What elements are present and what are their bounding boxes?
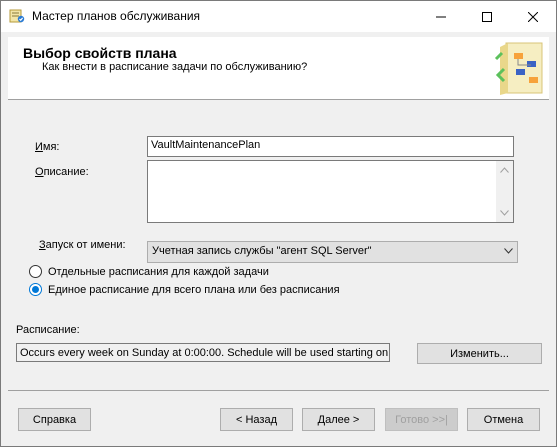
run-as-label: Запуск от имени: (39, 239, 126, 251)
maximize-icon (482, 11, 492, 22)
close-button[interactable] (510, 1, 556, 32)
radio-separate-circle[interactable] (29, 265, 42, 278)
minimize-icon (436, 16, 446, 17)
chevron-down-icon (504, 248, 513, 254)
cancel-button[interactable]: Отмена (467, 408, 540, 431)
back-button[interactable]: < Назад (220, 408, 293, 431)
title-bar: Мастер планов обслуживания (1, 1, 556, 32)
schedule-summary: Occurs every week on Sunday at 0:00:00. … (16, 343, 390, 362)
wizard-window: Мастер планов обслуживания Выбор свойств… (0, 0, 557, 447)
close-icon (528, 11, 538, 22)
page-subtitle: Как внести в расписание задачи по обслуж… (42, 61, 308, 73)
description-field[interactable] (147, 160, 514, 223)
maximize-button[interactable] (464, 1, 510, 32)
wizard-header: Выбор свойств плана Как внести в расписа… (8, 37, 549, 100)
page-title: Выбор свойств плана (23, 45, 177, 61)
wizard-graphic-icon (494, 42, 543, 95)
footer-separator (8, 390, 549, 391)
change-schedule-button[interactable]: Изменить... (417, 343, 542, 364)
window-title: Мастер планов обслуживания (32, 9, 201, 23)
name-label: Имя: (35, 141, 60, 153)
schedule-label: Расписание: (16, 324, 80, 336)
radio-single-label: Единое расписание для всего плана или бе… (48, 283, 340, 296)
radio-single-circle[interactable] (29, 283, 42, 296)
help-button[interactable]: Справка (18, 408, 91, 431)
next-button[interactable]: Далее > (302, 408, 375, 431)
radio-single-schedule[interactable]: Единое расписание для всего плана или бе… (29, 283, 340, 296)
name-input[interactable]: VaultMaintenancePlan (147, 136, 514, 157)
description-label: Описание: (35, 166, 89, 178)
minimize-button[interactable] (418, 1, 464, 32)
radio-separate-schedules[interactable]: Отдельные расписания для каждой задачи (29, 265, 269, 278)
maintenance-plan-icon (9, 9, 25, 23)
description-scrollbar[interactable] (496, 161, 513, 222)
scroll-down-icon[interactable] (500, 210, 509, 216)
finish-button[interactable]: Готово >>| (385, 408, 458, 431)
run-as-value: Учетная запись службы "агент SQL Server" (152, 245, 372, 257)
run-as-select[interactable]: Учетная запись службы "агент SQL Server" (147, 241, 518, 263)
radio-separate-label: Отдельные расписания для каждой задачи (48, 265, 269, 278)
scroll-up-icon[interactable] (500, 167, 509, 173)
